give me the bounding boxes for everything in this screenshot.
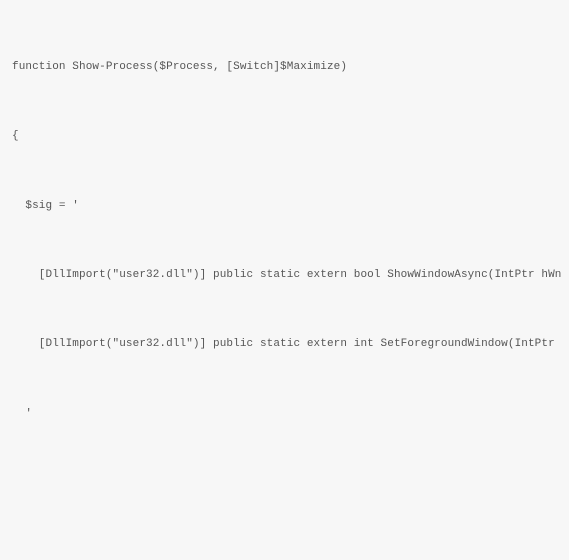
code-line: ': [12, 403, 557, 426]
code-line: [DllImport("user32.dll")] public static …: [12, 333, 557, 356]
code-block: function Show-Process($Process, [Switch]…: [0, 0, 569, 560]
code-line: [DllImport("user32.dll")] public static …: [12, 264, 557, 287]
code-line: $sig = ': [12, 195, 557, 218]
code-line: {: [12, 125, 557, 148]
code-line: function Show-Process($Process, [Switch]…: [12, 56, 557, 79]
